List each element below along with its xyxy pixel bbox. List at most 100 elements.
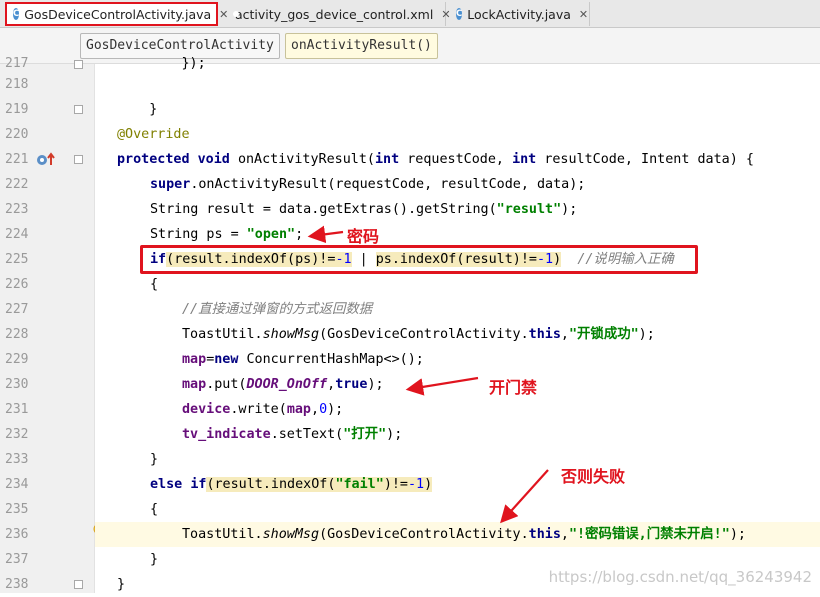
line-number: 237	[5, 552, 29, 567]
line-number: 230	[5, 377, 29, 392]
keyword-token: this	[528, 527, 561, 542]
line-number: 227	[5, 302, 29, 317]
annotation-open-door: 开门禁	[489, 378, 538, 397]
code-token: );	[729, 527, 746, 542]
code-token: );	[367, 377, 384, 392]
code-line: ToastUtil.showMsg(GosDeviceControlActivi…	[182, 322, 820, 347]
comment-token: //直接通过弹窗的方式返回数据	[182, 302, 373, 317]
keyword-token: true	[335, 377, 368, 392]
code-token: String result = data.getExtras().getStri…	[150, 202, 497, 217]
code-token: );	[638, 327, 655, 342]
code-token: (GosDeviceControlActivity.	[319, 527, 529, 542]
override-method-icon[interactable]	[36, 151, 56, 167]
code-line: //直接通过弹窗的方式返回数据	[182, 297, 820, 322]
field-token: device	[182, 402, 231, 417]
code-line: map=new ConcurrentHashMap<>();	[182, 347, 820, 372]
fold-marker-icon[interactable]	[74, 155, 83, 164]
tab-label: activity_gos_device_control.xml	[235, 6, 434, 22]
highlighted-expression: (result.indexOf("fail")!=-1)	[206, 477, 433, 492]
code-token: String ps =	[150, 227, 247, 242]
code-line-current: ToastUtil.showMsg(GosDeviceControlActivi…	[95, 522, 820, 547]
code-token: ,	[560, 527, 569, 542]
code-line: }	[150, 452, 159, 467]
line-number: 225	[5, 252, 29, 267]
watermark: https://blog.csdn.net/qq_36243942	[548, 568, 812, 586]
line-number: 218	[5, 77, 29, 92]
code-line: device.write(map,0);	[182, 397, 820, 422]
code-line: protected void onActivityResult( int requ…	[117, 147, 820, 172]
tab-activity-gos-device-control-xml[interactable]: activity_gos_device_control.xml ✕	[224, 2, 451, 26]
string-token: "!密码错误,门禁未开启!"	[568, 527, 730, 542]
fold-marker-icon[interactable]	[74, 60, 83, 69]
string-token: "开锁成功"	[568, 327, 639, 342]
line-number: 223	[5, 202, 29, 217]
keyword-token: new	[214, 352, 239, 367]
string-token: "fail"	[335, 477, 384, 492]
keyword-token: protected	[117, 152, 190, 167]
annotation-password: 密码	[347, 227, 380, 246]
fold-marker-icon[interactable]	[74, 580, 83, 589]
line-number: 222	[5, 177, 29, 192]
java-class-icon: C	[13, 8, 20, 20]
line-number: 228	[5, 327, 29, 342]
keyword-token: if	[190, 477, 207, 492]
editor-tab-bar: C GosDeviceControlActivity.java ✕ activi…	[0, 0, 820, 28]
code-line: tv_indicate.setText("打开");	[182, 422, 820, 447]
code-line: String result = data.getExtras().getStri…	[150, 197, 820, 222]
string-token: "open"	[246, 227, 296, 242]
line-number: 229	[5, 352, 29, 367]
method-name-token: onActivityResult(	[237, 152, 375, 167]
line-number: 236	[5, 527, 29, 542]
code-token: .put(	[206, 377, 247, 392]
code-line: }	[117, 102, 158, 117]
string-token: "result"	[496, 202, 562, 217]
field-token: map	[286, 402, 311, 417]
tab-label: GosDeviceControlActivity.java	[24, 6, 212, 22]
code-token: ,	[311, 402, 320, 417]
code-token: ;	[295, 227, 304, 242]
string-token: "打开"	[343, 427, 387, 442]
code-token: ToastUtil.	[182, 527, 263, 542]
line-number-gutter[interactable]: 217 218 219 220 221 222 223 224 225 226 …	[0, 56, 95, 593]
keyword-token: int	[512, 152, 537, 167]
code-line: {	[150, 502, 159, 517]
field-token: tv_indicate	[182, 427, 271, 442]
line-number: 232	[5, 427, 29, 442]
tab-gosdevicecontrolactivity[interactable]: C GosDeviceControlActivity.java ✕	[5, 2, 228, 26]
code-editor[interactable]: }); } @Override protected void onActivit…	[95, 56, 820, 593]
line-number: 219	[5, 102, 29, 117]
line-number: 231	[5, 402, 29, 417]
code-token: .setText(	[270, 427, 344, 442]
number-token: -1	[408, 477, 425, 492]
keyword-token: void	[197, 152, 230, 167]
code-token: ,	[327, 377, 336, 392]
code-line: @Override	[117, 122, 820, 147]
code-token: )	[424, 477, 433, 492]
line-number: 233	[5, 452, 29, 467]
code-token: )!=	[383, 477, 408, 492]
tab-label: LockActivity.java	[467, 6, 571, 22]
code-token: );	[386, 427, 403, 442]
line-number: 235	[5, 502, 29, 517]
code-token: (GosDeviceControlActivity.	[319, 327, 529, 342]
code-line: String ps = "open";	[150, 222, 820, 247]
annotation-otherwise-fail: 否则失败	[561, 467, 626, 486]
method-token: showMsg	[262, 527, 320, 542]
line-number: 220	[5, 127, 29, 142]
code-token: (	[206, 477, 215, 492]
tab-lockactivity[interactable]: C LockActivity.java ✕	[450, 2, 590, 26]
keyword-token: else	[150, 477, 183, 492]
close-icon[interactable]: ✕	[579, 8, 588, 21]
code-token: ,	[560, 327, 569, 342]
code-token: ToastUtil.	[182, 327, 263, 342]
annotation-token: @Override	[117, 127, 190, 142]
code-token: result.indexOf(	[214, 477, 336, 492]
java-class-icon: C	[456, 8, 463, 20]
code-token: .onActivityResult(requestCode, resultCod…	[190, 177, 586, 192]
code-token: );	[327, 402, 344, 417]
line-number: 226	[5, 277, 29, 292]
fold-marker-icon[interactable]	[74, 105, 83, 114]
line-number: 234	[5, 477, 29, 492]
method-token: showMsg	[262, 327, 320, 342]
param-token: requestCode,	[407, 152, 513, 167]
